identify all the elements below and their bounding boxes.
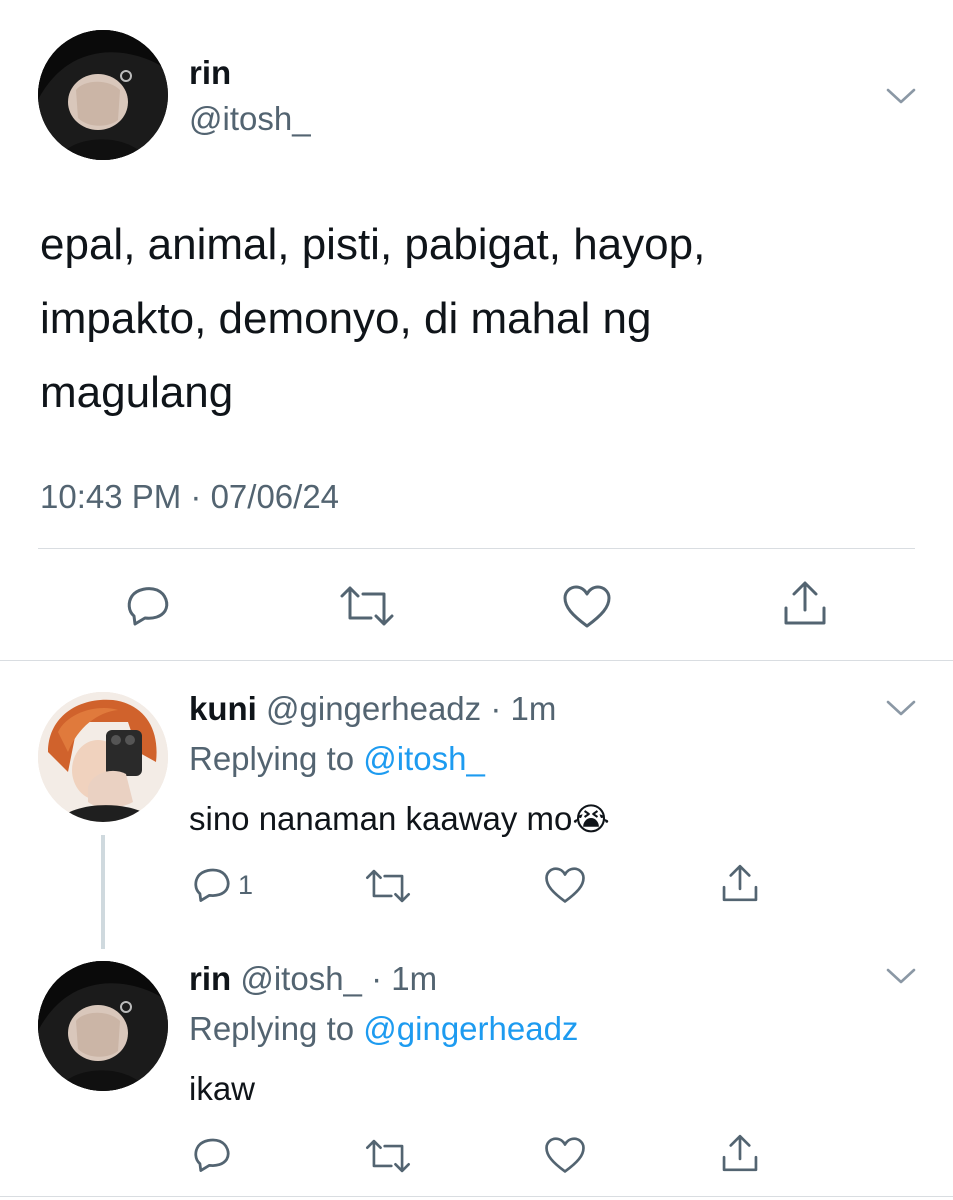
tweet-text-line: epal, animal, pisti, pabigat, hayop,: [40, 220, 706, 269]
divider: [0, 660, 953, 661]
handle[interactable]: @itosh_: [189, 100, 311, 138]
tweet-text-line: impakto, demonyo, di mahal ng: [40, 294, 652, 343]
reply-text-content: sino nanaman kaaway mo: [189, 800, 573, 837]
reply-time: · 1m: [371, 960, 438, 997]
reply-count: 1: [238, 869, 254, 900]
reply-time: · 1m: [490, 690, 557, 727]
reply-icon[interactable]: [125, 584, 171, 628]
avatar[interactable]: [38, 692, 168, 822]
timestamp[interactable]: 10:43 PM · 07/06/24: [40, 478, 339, 516]
share-icon[interactable]: [719, 1132, 761, 1174]
loudly-crying-emoji: 😭: [572, 801, 610, 837]
avatar[interactable]: [38, 30, 168, 160]
chevron-down-icon[interactable]: [885, 698, 917, 718]
reply-icon[interactable]: [192, 866, 232, 904]
divider: [0, 1196, 953, 1197]
like-icon[interactable]: [562, 584, 612, 630]
reply-icon[interactable]: [192, 1136, 232, 1174]
tweet-text-line: magulang: [40, 368, 234, 417]
replying-to: Replying to @itosh_: [189, 740, 485, 778]
share-icon[interactable]: [780, 578, 830, 628]
reply-text: ikaw: [189, 1070, 256, 1107]
retweet-icon[interactable]: [364, 868, 412, 904]
avatar[interactable]: [38, 961, 168, 1091]
thread-line: [101, 835, 105, 949]
retweet-icon[interactable]: [364, 1138, 412, 1174]
like-icon[interactable]: [544, 866, 586, 905]
handle[interactable]: @gingerheadz: [266, 690, 481, 727]
like-icon[interactable]: [544, 1136, 586, 1175]
retweet-icon[interactable]: [338, 585, 396, 627]
display-name[interactable]: rin: [189, 960, 231, 997]
reply-header: kuni @gingerheadz · 1m: [189, 690, 556, 728]
divider: [38, 548, 915, 549]
share-icon[interactable]: [719, 862, 761, 904]
display-name[interactable]: kuni: [189, 690, 257, 727]
chevron-down-icon[interactable]: [885, 86, 917, 106]
replying-label: Replying to: [189, 740, 355, 777]
tweet-text: epal, animal, pisti, pabigat, hayop, imp…: [40, 208, 705, 430]
reply-text: sino nanaman kaaway mo😭: [189, 800, 610, 838]
replying-to-link[interactable]: @gingerheadz: [363, 1010, 578, 1047]
reply-header: rin @itosh_ · 1m: [189, 960, 437, 998]
chevron-down-icon[interactable]: [885, 966, 917, 986]
display-name[interactable]: rin: [189, 54, 231, 92]
handle[interactable]: @itosh_: [240, 960, 362, 997]
reply-stat[interactable]: 1: [192, 866, 253, 904]
replying-label: Replying to: [189, 1010, 355, 1047]
replying-to-link[interactable]: @itosh_: [363, 740, 485, 777]
replying-to: Replying to @gingerheadz: [189, 1010, 578, 1048]
